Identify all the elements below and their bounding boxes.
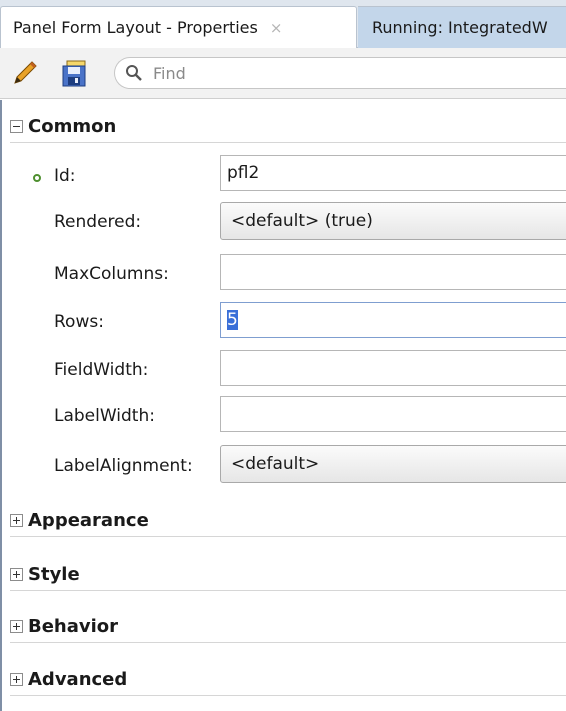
section-appearance[interactable]: Appearance bbox=[10, 505, 566, 537]
maxcolumns-field[interactable] bbox=[220, 254, 566, 290]
labelalignment-combo[interactable]: <default> bbox=[220, 445, 566, 483]
section-style[interactable]: Style bbox=[10, 559, 566, 591]
section-label: Advanced bbox=[28, 669, 128, 690]
close-icon[interactable]: × bbox=[270, 19, 283, 37]
expand-icon[interactable] bbox=[10, 568, 23, 581]
property-label-rows: Rows: bbox=[54, 312, 104, 332]
fieldwidth-field[interactable] bbox=[220, 350, 566, 386]
search-input[interactable] bbox=[153, 63, 533, 83]
floppy-disk-icon[interactable] bbox=[61, 58, 91, 88]
section-common[interactable]: Common bbox=[10, 111, 566, 143]
property-sheet: Common Id: Rendered: <default> (true) Ma… bbox=[0, 100, 566, 711]
section-advanced[interactable]: Advanced bbox=[10, 664, 566, 696]
section-label: Common bbox=[28, 116, 117, 137]
required-indicator-icon bbox=[33, 174, 41, 182]
tab-label: Panel Form Layout - Properties bbox=[13, 18, 258, 37]
rendered-combo[interactable]: <default> (true) bbox=[220, 202, 566, 240]
property-label-labelalignment: LabelAlignment: bbox=[54, 456, 193, 476]
toolbar bbox=[0, 48, 566, 99]
expand-icon[interactable] bbox=[10, 620, 23, 633]
property-label-labelwidth: LabelWidth: bbox=[54, 406, 155, 426]
search-box[interactable] bbox=[114, 57, 566, 89]
collapse-icon[interactable] bbox=[10, 120, 23, 133]
tab-running-integrated[interactable]: Running: IntegratedW bbox=[358, 6, 566, 48]
rows-field[interactable]: 5 bbox=[220, 302, 566, 338]
tab-strip: Panel Form Layout - Properties × Running… bbox=[0, 0, 566, 48]
labelalignment-value: <default> bbox=[231, 454, 320, 474]
section-label: Appearance bbox=[28, 510, 149, 531]
search-icon bbox=[126, 65, 142, 81]
tab-panel-form-layout-properties[interactable]: Panel Form Layout - Properties × bbox=[0, 6, 357, 48]
section-label: Behavior bbox=[28, 616, 119, 637]
section-label: Style bbox=[28, 564, 80, 585]
property-label-id: Id: bbox=[54, 166, 76, 186]
labelwidth-field[interactable] bbox=[220, 396, 566, 432]
rows-value: 5 bbox=[227, 310, 238, 330]
expand-icon[interactable] bbox=[10, 514, 23, 527]
rendered-value: <default> (true) bbox=[231, 211, 373, 231]
tab-label: Running: IntegratedW bbox=[372, 18, 548, 37]
property-label-fieldwidth: FieldWidth: bbox=[54, 360, 149, 380]
property-label-maxcolumns: MaxColumns: bbox=[54, 264, 169, 284]
section-behavior[interactable]: Behavior bbox=[10, 611, 566, 643]
pencil-icon[interactable] bbox=[10, 58, 40, 88]
property-label-rendered: Rendered: bbox=[54, 212, 142, 232]
expand-icon[interactable] bbox=[10, 673, 23, 686]
id-field[interactable] bbox=[220, 155, 566, 191]
